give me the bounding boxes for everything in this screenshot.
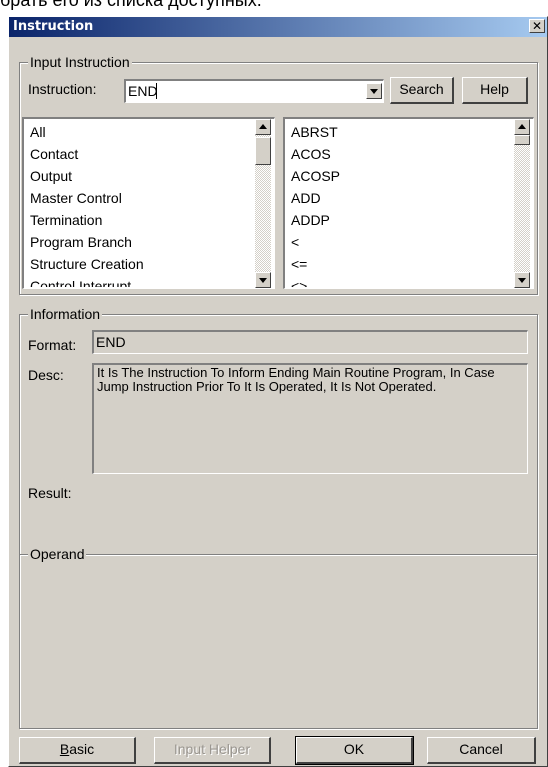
- information-group: Information Format: END Desc: It Is The …: [19, 305, 538, 555]
- instruction-item-le[interactable]: <=: [291, 253, 511, 275]
- category-list: All Contact Output Master Control Termin…: [30, 121, 252, 287]
- title-bar: Instruction ✕: [9, 17, 547, 37]
- chevron-down-icon: [370, 89, 378, 94]
- instruction-item-abrst[interactable]: ABRST: [291, 121, 511, 143]
- scroll-up-icon: [259, 124, 267, 129]
- search-button[interactable]: Search: [390, 77, 454, 104]
- scroll-down-icon: [518, 278, 526, 283]
- instruction-scroll-thumb[interactable]: [514, 135, 530, 145]
- input-helper-button[interactable]: Input Helper: [154, 737, 271, 764]
- instruction-item-acosp[interactable]: ACOSP: [291, 165, 511, 187]
- category-item-program-branch[interactable]: Program Branch: [30, 231, 252, 253]
- category-scroll-down-button[interactable]: [255, 272, 271, 288]
- result-label: Result:: [28, 485, 72, 501]
- format-label: Format:: [28, 337, 77, 353]
- ok-button[interactable]: OK: [295, 736, 414, 765]
- background-text: брать его из списка доступных.: [0, 0, 262, 10]
- instruction-item-addp[interactable]: ADDP: [291, 209, 511, 231]
- instruction-item-add[interactable]: ADD: [291, 187, 511, 209]
- category-listbox[interactable]: All Contact Output Master Control Termin…: [22, 117, 275, 289]
- basic-button-mnemonic: B: [59, 741, 70, 757]
- instruction-item-ne[interactable]: <>: [291, 275, 511, 287]
- instruction-scroll-down-button[interactable]: [514, 272, 530, 288]
- instruction-label: Instruction:: [28, 81, 97, 97]
- category-item-contact[interactable]: Contact: [30, 143, 252, 165]
- category-item-output[interactable]: Output: [30, 165, 252, 187]
- input-instruction-legend: Input Instruction: [28, 53, 132, 71]
- help-button[interactable]: Help: [462, 77, 528, 104]
- instruction-dropdown-button[interactable]: [366, 83, 382, 99]
- category-item-master-control[interactable]: Master Control: [30, 187, 252, 209]
- instruction-input[interactable]: END: [128, 83, 158, 99]
- cancel-button[interactable]: Cancel: [427, 737, 536, 764]
- desc-field: It Is The Instruction To Inform Ending M…: [92, 363, 528, 474]
- text-caret: [156, 83, 157, 99]
- category-scroll-thumb[interactable]: [255, 137, 271, 165]
- operand-legend: Operand: [28, 545, 87, 563]
- basic-button[interactable]: Basic: [19, 737, 136, 764]
- category-item-structure-creation[interactable]: Structure Creation: [30, 253, 252, 275]
- operand-group: Operand: [19, 545, 538, 729]
- instruction-combobox[interactable]: END: [124, 79, 384, 103]
- instruction-scroll-up-button[interactable]: [514, 119, 530, 135]
- category-scroll-up-button[interactable]: [255, 119, 271, 135]
- category-item-termination[interactable]: Termination: [30, 209, 252, 231]
- scroll-up-icon: [518, 124, 526, 129]
- window-title: Instruction: [13, 19, 94, 34]
- instruction-listbox[interactable]: ABRST ACOS ACOSP ADD ADDP < <= <>: [283, 117, 534, 289]
- desc-label: Desc:: [28, 367, 64, 383]
- information-legend: Information: [28, 305, 103, 323]
- close-icon[interactable]: ✕: [529, 19, 545, 33]
- instruction-item-lt[interactable]: <: [291, 231, 511, 253]
- basic-button-label: asic: [69, 741, 95, 757]
- format-value: END: [96, 334, 126, 350]
- instruction-item-acos[interactable]: ACOS: [291, 143, 511, 165]
- instruction-list: ABRST ACOS ACOSP ADD ADDP < <= <>: [291, 121, 511, 287]
- category-item-all[interactable]: All: [30, 121, 252, 143]
- instruction-dialog: Instruction ✕ Input Instruction Instruct…: [8, 16, 548, 767]
- category-item-control-interrupt[interactable]: Control Interrupt: [30, 275, 252, 287]
- scroll-down-icon: [259, 278, 267, 283]
- desc-value: It Is The Instruction To Inform Ending M…: [97, 365, 495, 394]
- input-instruction-group: Input Instruction Instruction: END Searc…: [19, 53, 538, 295]
- format-field: END: [92, 330, 528, 354]
